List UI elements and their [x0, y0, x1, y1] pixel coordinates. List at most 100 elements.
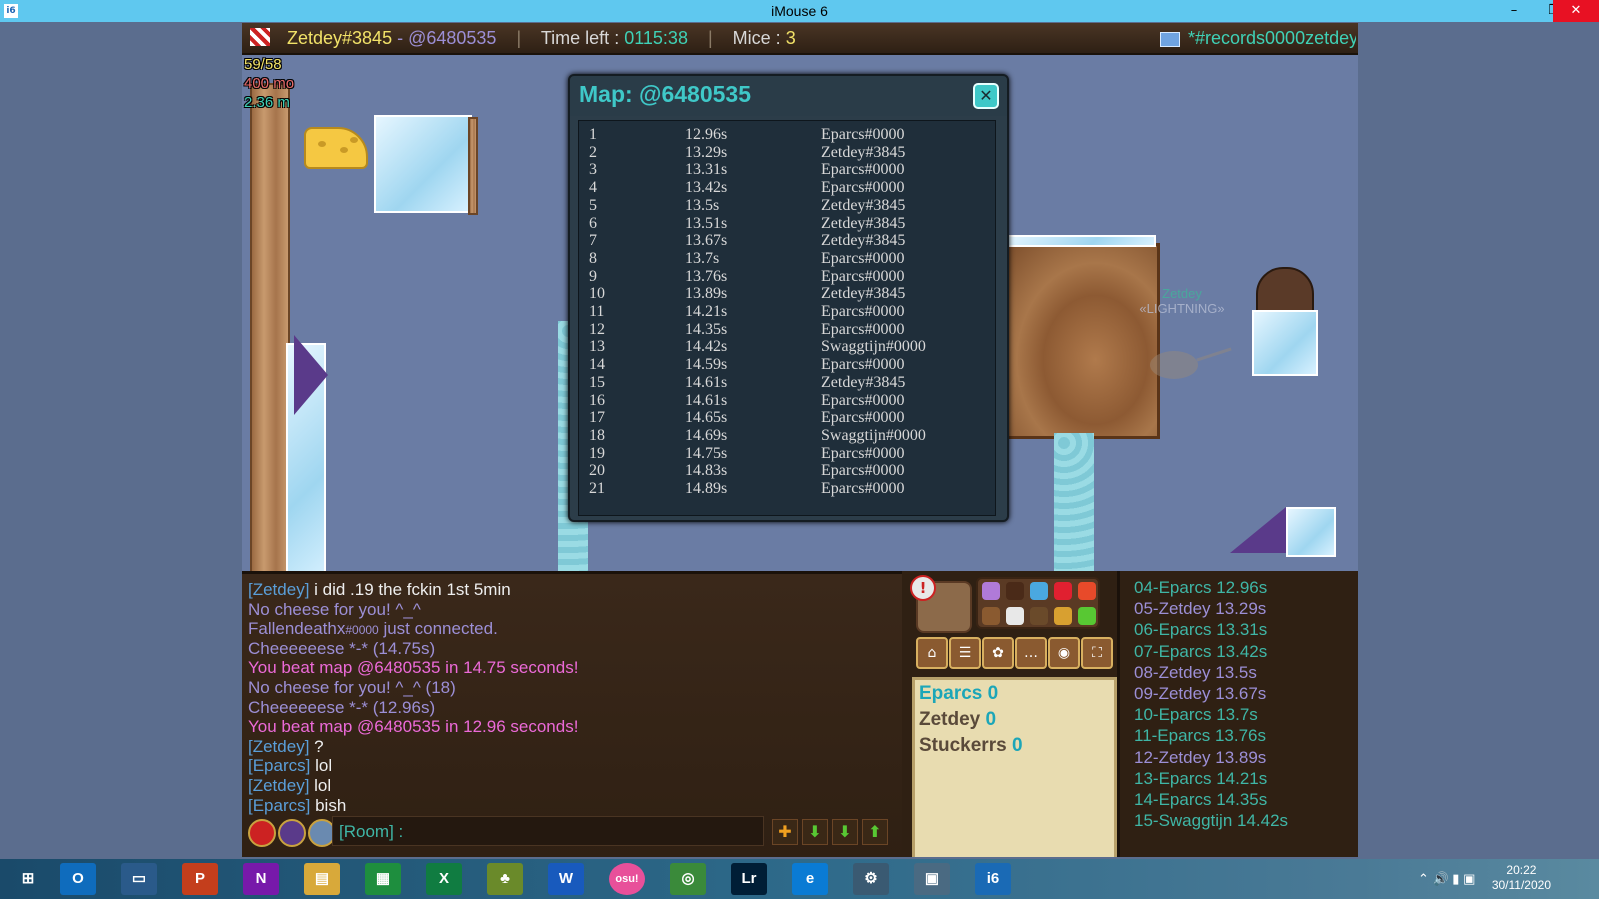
- lenovo-icon[interactable]: ▭: [121, 863, 157, 895]
- game-viewport[interactable]: Zetdey «LIGHTNING» Zetdey#3845 - @648053…: [242, 23, 1358, 857]
- checkered-flag-icon: [250, 28, 270, 46]
- leaderboard-row[interactable]: 12-Zetdey 13.89s: [1134, 747, 1266, 768]
- record-row[interactable]: 8 13.7s Eparcs#0000: [579, 250, 995, 268]
- chat-author[interactable]: [Zetdey]: [248, 580, 309, 599]
- chat-text: Cheeeeeese *-* (12.96s): [248, 697, 436, 717]
- chat-author[interactable]: [Eparcs]: [248, 756, 310, 775]
- sheets-icon[interactable]: ▦: [365, 863, 401, 895]
- drop-emote-icon[interactable]: [1030, 582, 1048, 600]
- record-time: 14.61s: [685, 373, 728, 391]
- leaderboard-row[interactable]: 09-Zetdey 13.67s: [1134, 683, 1266, 704]
- scoreboard-row[interactable]: Eparcs 0: [919, 682, 998, 706]
- record-row[interactable]: 15 14.61s Zetdey#3845: [579, 374, 995, 392]
- record-row[interactable]: 6 13.51s Zetdey#3845: [579, 215, 995, 233]
- heart-icon[interactable]: [248, 819, 276, 847]
- chat-input[interactable]: [Room] :: [332, 816, 764, 846]
- edge-icon[interactable]: e: [792, 863, 828, 895]
- record-row[interactable]: 2 13.29s Zetdey#3845: [579, 144, 995, 162]
- scoreboard-row[interactable]: Stuckerrs 0: [919, 734, 1023, 758]
- leaderboard-row[interactable]: 08-Zetdey 13.5s: [1134, 662, 1257, 683]
- popup-close-button[interactable]: ✕: [973, 83, 999, 109]
- chat-author[interactable]: [Zetdey]: [248, 776, 309, 795]
- record-row[interactable]: 20 14.83s Eparcs#0000: [579, 462, 995, 480]
- lightroom-icon[interactable]: Lr: [731, 863, 767, 895]
- shaman-badge-icon[interactable]: [278, 819, 306, 847]
- star-emote-icon[interactable]: [1078, 582, 1096, 600]
- powerpoint-icon[interactable]: P: [182, 863, 218, 895]
- leaderboard-row[interactable]: 06-Eparcs 13.31s: [1134, 619, 1267, 640]
- pineapple-app-icon[interactable]: ♣: [487, 863, 523, 895]
- dance-emote-icon[interactable]: [982, 582, 1000, 600]
- file-explorer-icon[interactable]: ▤: [304, 863, 340, 895]
- home-button[interactable]: ⌂: [916, 637, 948, 669]
- down-arrow-button[interactable]: ⬇: [802, 819, 828, 845]
- chat-message: [Zetdey] ?: [248, 737, 324, 757]
- record-row[interactable]: 17 14.65s Eparcs#0000: [579, 409, 995, 427]
- record-row[interactable]: 5 13.5s Zetdey#3845: [579, 197, 995, 215]
- record-row[interactable]: 13 14.42s Swaggtijn#0000: [579, 338, 995, 356]
- sleep-emote-icon[interactable]: [1006, 607, 1024, 625]
- up-arrow-button[interactable]: ⬆: [862, 819, 888, 845]
- leaderboard-row[interactable]: 10-Eparcs 13.7s: [1134, 704, 1258, 725]
- records-list[interactable]: 1 12.96s Eparcs#0000 2 13.29s Zetdey#3845 3 13.…: [578, 120, 996, 516]
- leaderboard-row[interactable]: 13-Eparcs 14.21s: [1134, 768, 1267, 789]
- record-row[interactable]: 18 14.69s Swaggtijn#0000: [579, 427, 995, 445]
- cake-emote-icon[interactable]: [1006, 582, 1024, 600]
- taskbar-clock[interactable]: 20:22 30/11/2020: [1492, 863, 1551, 893]
- record-player: Eparcs#0000: [821, 179, 905, 197]
- imouse-taskbar-icon[interactable]: i6: [975, 863, 1011, 895]
- scoreboard-row[interactable]: Zetdey 0: [919, 708, 996, 732]
- map-leaderboard[interactable]: 04-Eparcs 12.96s 05-Zetdey 13.29s 06-Eparc…: [1117, 571, 1358, 857]
- record-row[interactable]: 19 14.75s Eparcs#0000: [579, 445, 995, 463]
- chrome-icon[interactable]: ◎: [670, 863, 706, 895]
- start-button[interactable]: ⊞: [8, 863, 48, 895]
- settings-icon[interactable]: ⚙: [853, 863, 889, 895]
- close-button[interactable]: ✕: [1553, 0, 1599, 22]
- record-row[interactable]: 12 14.35s Eparcs#0000: [579, 321, 995, 339]
- room-name[interactable]: *#records0000zetdey: [1160, 23, 1356, 53]
- plus-emote-icon[interactable]: [1078, 607, 1096, 625]
- photos-icon[interactable]: ▣: [914, 863, 950, 895]
- leaderboard-row[interactable]: 05-Zetdey 13.29s: [1134, 598, 1266, 619]
- bag-emote-icon[interactable]: [1030, 607, 1048, 625]
- chat-bubble-button[interactable]: …: [1015, 637, 1047, 669]
- word-icon[interactable]: W: [548, 863, 584, 895]
- system-tray[interactable]: ⌃ 🔊 ▮ ▣: [1418, 863, 1475, 895]
- leaderboard-row[interactable]: 14-Eparcs 14.35s: [1134, 789, 1267, 810]
- record-time: 13.42s: [685, 179, 728, 197]
- outlook-icon[interactable]: O: [60, 863, 96, 895]
- leaderboard-row[interactable]: 15-Swaggtijn 14.42s: [1134, 810, 1288, 831]
- list-button[interactable]: ☰: [949, 637, 981, 669]
- chat-panel[interactable]: [Zetdey] i did .19 the fckin 1st 5min No …: [242, 571, 902, 857]
- record-row[interactable]: 9 13.76s Eparcs#0000: [579, 268, 995, 286]
- excel-icon[interactable]: X: [426, 863, 462, 895]
- record-row[interactable]: 11 14.21s Eparcs#0000: [579, 303, 995, 321]
- leaderboard-row[interactable]: 07-Eparcs 13.42s: [1134, 641, 1267, 662]
- record-row[interactable]: 21 14.89s Eparcs#0000: [579, 480, 995, 498]
- record-row[interactable]: 3 13.31s Eparcs#0000: [579, 161, 995, 179]
- heart-emote-icon[interactable]: [1054, 582, 1072, 600]
- onenote-icon[interactable]: N: [243, 863, 279, 895]
- warning-icon[interactable]: !: [910, 575, 936, 601]
- record-row[interactable]: 7 13.67s Zetdey#3845: [579, 232, 995, 250]
- down-arrow-button-2[interactable]: ⬇: [832, 819, 858, 845]
- record-row[interactable]: 14 14.59s Eparcs#0000: [579, 356, 995, 374]
- leaderboard-row[interactable]: 04-Eparcs 12.96s: [1134, 577, 1267, 598]
- discord-button[interactable]: ◉: [1048, 637, 1080, 669]
- pan-emote-icon[interactable]: [982, 607, 1000, 625]
- record-row[interactable]: 16 14.61s Eparcs#0000: [579, 392, 995, 410]
- fullscreen-button[interactable]: ⛶: [1081, 637, 1113, 669]
- wardrobe-button[interactable]: ✿: [982, 637, 1014, 669]
- record-row[interactable]: 1 12.96s Eparcs#0000: [579, 126, 995, 144]
- minimize-button[interactable]: –: [1494, 0, 1534, 22]
- record-row[interactable]: 4 13.42s Eparcs#0000: [579, 179, 995, 197]
- chat-author[interactable]: [Zetdey]: [248, 737, 309, 756]
- record-row[interactable]: 10 13.89s Zetdey#3845: [579, 285, 995, 303]
- plus-arrow-button[interactable]: ✚: [772, 819, 798, 845]
- gift-emote-icon[interactable]: [1054, 607, 1072, 625]
- emote-panel[interactable]: [976, 577, 1100, 629]
- leaderboard-row[interactable]: 11-Eparcs 13.76s: [1134, 725, 1266, 746]
- chat-text: No cheese for you! ^_^ (18): [248, 678, 456, 697]
- osu-icon[interactable]: osu!: [609, 863, 645, 895]
- scoreboard-name: Zetdey: [919, 709, 981, 730]
